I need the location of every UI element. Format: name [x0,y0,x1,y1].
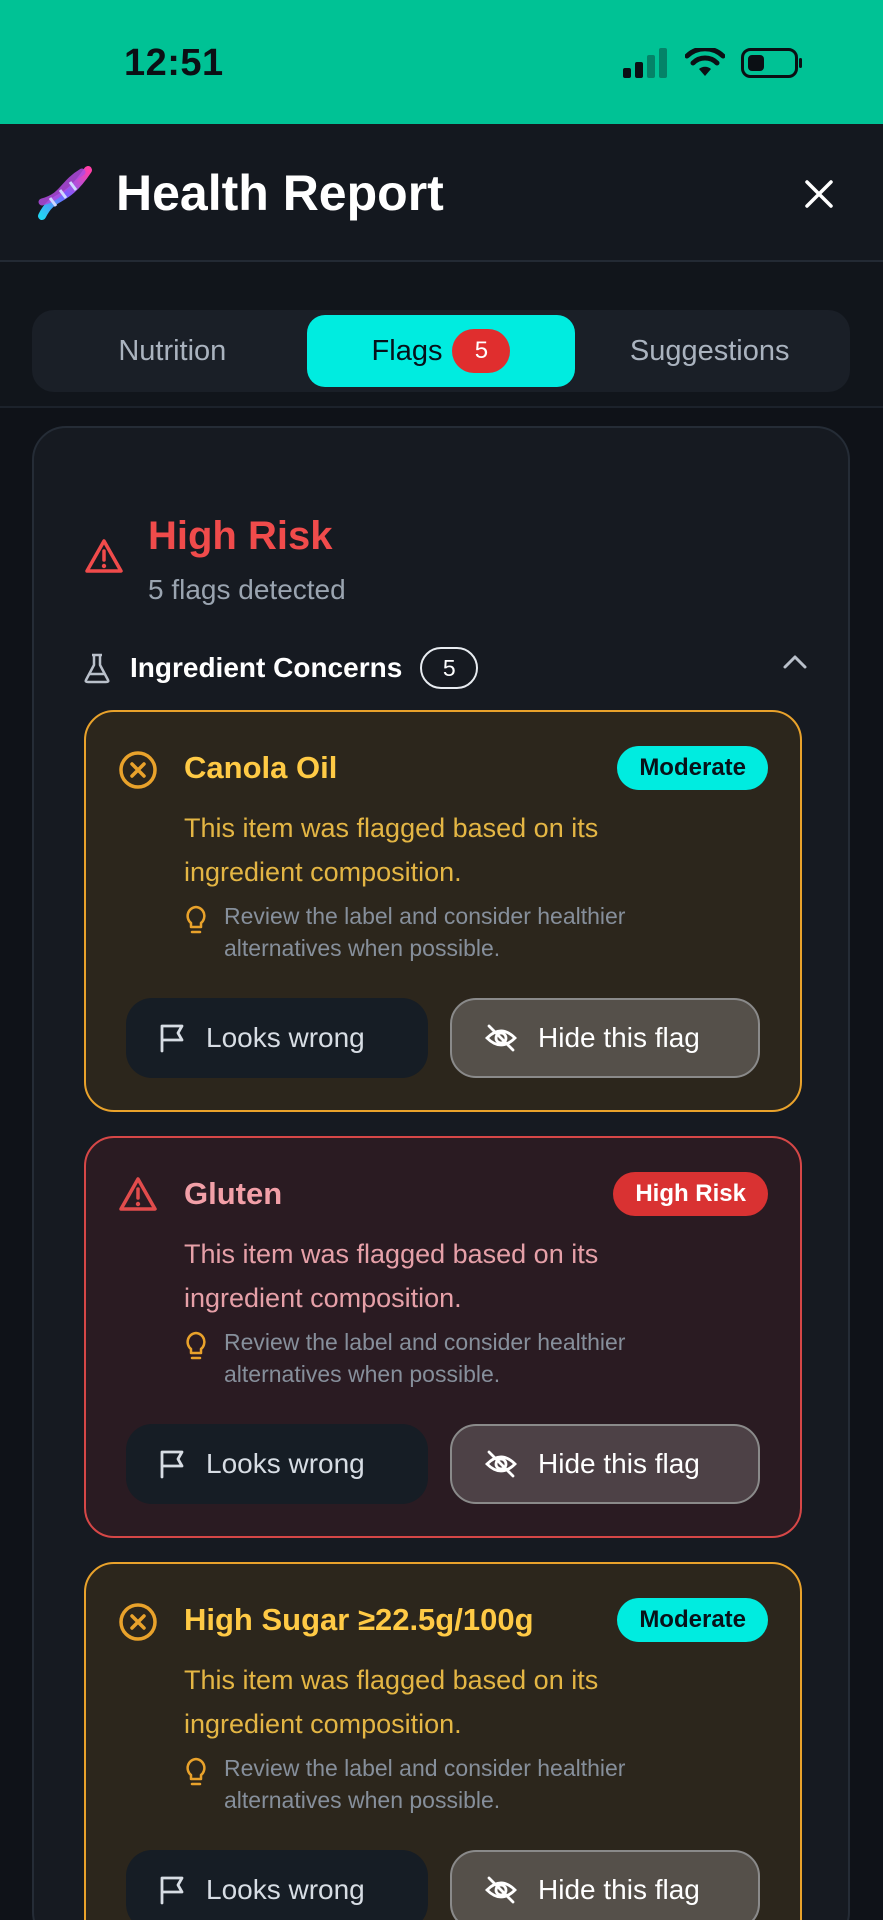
flag-description: This item was flagged based on its ingre… [184,1665,599,1739]
close-icon [805,180,833,208]
flag-tip: Review the label and consider healthier … [224,1329,626,1387]
status-time: 12:51 [124,42,224,84]
flags-count-badge: 5 [452,329,511,373]
flag-card: Canola Oil Moderate This item was flagge… [84,710,802,1112]
flag-tip: Review the label and consider healthier … [224,1755,626,1813]
flag-icon [160,1024,184,1053]
tab-bar: Nutrition Flags 5 Suggestions [32,310,850,392]
tab-suggestions[interactable]: Suggestions [575,315,844,387]
status-icons [623,48,803,78]
battery-icon [741,48,802,78]
tab-flags[interactable]: Flags 5 [306,315,576,387]
button-label: Looks wrong [206,1448,365,1479]
button-label: Hide this flag [538,1022,700,1053]
flag-icon [160,1876,184,1905]
risk-level-title: High Risk [148,514,333,558]
tab-label: Suggestions [629,334,790,367]
flag-card: High Sugar ≥22.5g/100g Moderate This ite… [84,1562,802,1920]
flag-title: Gluten [184,1176,283,1211]
page-title: Health Report [116,165,444,221]
dna-icon [38,166,92,220]
button-label: Hide this flag [538,1448,700,1479]
looks-wrong-button[interactable]: Looks wrong [126,1850,428,1920]
flag-card: Gluten High Risk This item was flagged b… [84,1136,802,1538]
eye-off-icon [485,1876,517,1904]
severity-badge: High Risk [613,1172,768,1216]
chevron-up-icon [783,655,807,669]
severity-badge: Moderate [617,1598,768,1642]
button-label: Looks wrong [206,1874,365,1905]
tab-label: Flags [371,334,443,367]
tab-nutrition[interactable]: Nutrition [38,315,307,387]
flag-icon [160,1450,184,1479]
flags-detected-text: 5 flags detected [148,574,346,605]
button-label: Looks wrong [206,1022,365,1053]
status-bar: 12:51 [0,0,883,124]
flag-title: Canola Oil [184,750,338,785]
flags-panel: High Risk 5 flags detected Ingredient Co… [32,426,850,1920]
app-header: Health Report [0,124,883,262]
lightbulb-icon [186,905,206,934]
flag-description: This item was flagged based on its ingre… [184,813,599,887]
flag-tip: Review the label and consider healthier … [224,903,626,961]
looks-wrong-button[interactable]: Looks wrong [126,998,428,1078]
section-count-badge: 5 [420,647,479,689]
wifi-icon [685,48,725,76]
eye-off-icon [485,1024,517,1052]
flag-title: High Sugar ≥22.5g/100g [184,1602,534,1637]
severity-badge: Moderate [617,746,768,790]
lightbulb-icon [186,1331,206,1360]
hide-flag-button[interactable]: Hide this flag [450,998,760,1078]
flask-icon [84,653,110,684]
flag-description: This item was flagged based on its ingre… [184,1239,599,1313]
looks-wrong-button[interactable]: Looks wrong [126,1424,428,1504]
hide-flag-button[interactable]: Hide this flag [450,1424,760,1504]
x-circle-icon [119,1603,157,1641]
tabs-area: Nutrition Flags 5 Suggestions [0,262,883,408]
section-label: Ingredient Concerns [130,652,403,683]
button-label: Hide this flag [538,1874,700,1905]
tab-label: Nutrition [118,334,227,367]
close-button[interactable] [797,172,841,216]
x-circle-icon [119,751,157,789]
ingredient-concerns-header[interactable]: Ingredient Concerns 5 [82,642,812,694]
eye-off-icon [485,1450,517,1478]
signal-icon [623,48,667,78]
hide-flag-button[interactable]: Hide this flag [450,1850,760,1920]
lightbulb-icon [186,1757,206,1786]
warning-icon [85,539,123,573]
warning-icon [119,1177,157,1211]
